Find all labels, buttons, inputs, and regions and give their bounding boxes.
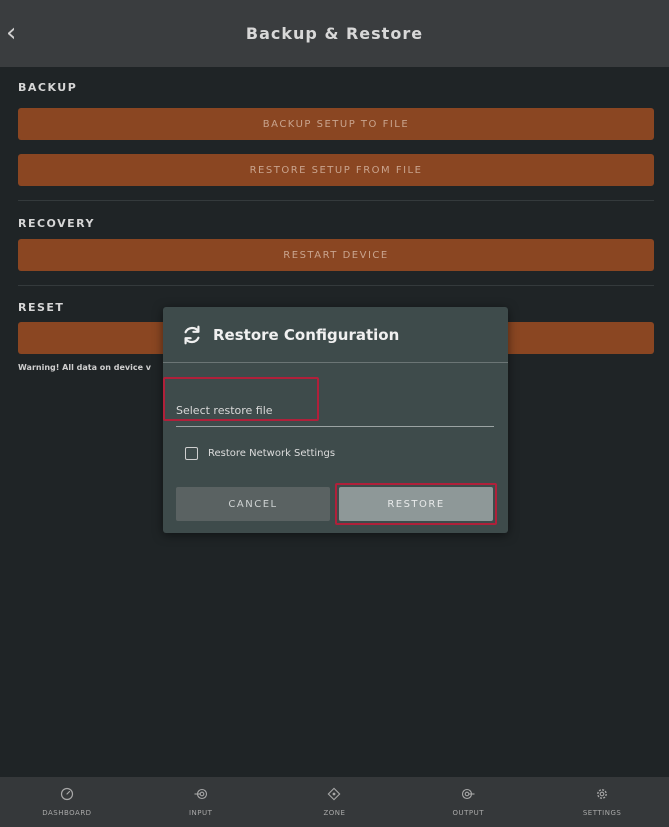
nav-output[interactable]: OUTPUT bbox=[413, 787, 523, 817]
restore-network-checkbox[interactable] bbox=[185, 447, 198, 460]
nav-input[interactable]: INPUT bbox=[146, 787, 256, 817]
nav-zone[interactable]: ZONE bbox=[279, 787, 389, 817]
cancel-button[interactable]: CANCEL bbox=[176, 487, 330, 521]
dashboard-icon bbox=[60, 787, 73, 801]
nav-label: OUTPUT bbox=[452, 809, 485, 817]
restore-network-label: Restore Network Settings bbox=[208, 448, 336, 459]
nav-settings[interactable]: SETTINGS bbox=[547, 787, 657, 817]
highlight-box-file bbox=[163, 377, 319, 421]
nav-label: SETTINGS bbox=[582, 809, 622, 817]
modal-overlay: Restore Configuration Select restore fil… bbox=[0, 0, 669, 777]
nav-dashboard[interactable]: DASHBOARD bbox=[12, 787, 122, 817]
refresh-icon bbox=[184, 325, 200, 344]
restore-config-dialog: Restore Configuration Select restore fil… bbox=[163, 307, 508, 533]
zone-icon bbox=[328, 787, 341, 801]
output-icon bbox=[462, 788, 475, 800]
restore-network-settings-row[interactable]: Restore Network Settings bbox=[185, 447, 335, 460]
highlight-box-restore bbox=[335, 483, 497, 525]
dialog-header: Restore Configuration bbox=[163, 307, 508, 363]
input-icon bbox=[194, 788, 207, 800]
nav-label: DASHBOARD bbox=[42, 809, 92, 817]
bottom-nav: DASHBOARD INPUT ZONE OUTPUT SETTINGS bbox=[0, 777, 669, 827]
dialog-title: Restore Configuration bbox=[213, 325, 400, 344]
settings-icon bbox=[597, 789, 607, 799]
nav-label: ZONE bbox=[323, 809, 346, 817]
nav-label: INPUT bbox=[188, 809, 213, 817]
